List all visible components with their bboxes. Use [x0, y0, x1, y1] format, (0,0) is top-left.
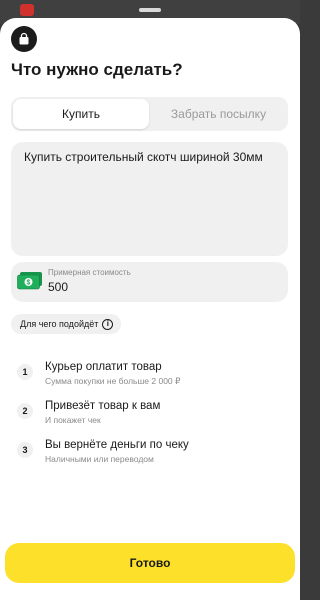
step-number: 2	[17, 403, 33, 419]
step-number: 1	[17, 364, 33, 380]
tab-buy[interactable]: Купить	[13, 99, 149, 129]
step-title: Вы вернёте деньги по чеку	[45, 439, 189, 451]
step-subtitle: Наличными или переводом	[45, 454, 154, 464]
info-icon: i	[102, 318, 114, 330]
price-label: Примерная стоимость	[48, 268, 131, 277]
list-item: 1 Курьер оплатит товар Сумма покупки не …	[17, 361, 287, 391]
page-title: Что нужно сделать?	[11, 60, 183, 79]
step-title: Привезёт товар к вам	[45, 400, 161, 412]
task-description-input[interactable]: Купить строительный скотч шириной 30мм	[11, 142, 288, 256]
task-description-text: Купить строительный скотч шириной 30мм	[24, 150, 263, 164]
done-button[interactable]: Готово	[5, 543, 295, 583]
mode-tabs: Купить Забрать посылку	[11, 97, 288, 131]
price-value: 500	[48, 280, 69, 294]
money-icon: $	[17, 272, 42, 290]
suitable-for-button[interactable]: Для чего подойдёт i	[11, 314, 122, 334]
step-number: 3	[17, 442, 33, 458]
list-item: 2 Привезёт товар к вам И покажет чек	[17, 400, 287, 430]
tab-pickup-parcel[interactable]: Забрать посылку	[151, 99, 286, 129]
step-subtitle: И покажет чек	[45, 415, 101, 425]
shopping-bag-icon	[11, 26, 37, 52]
approximate-price-field[interactable]: $ Примерная стоимость 500	[11, 262, 288, 302]
step-title: Курьер оплатит товар	[45, 361, 162, 373]
bottom-sheet: Что нужно сделать? Купить Забрать посылк…	[0, 18, 300, 600]
background-app-logo	[20, 4, 34, 16]
list-item: 3 Вы вернёте деньги по чеку Наличными ил…	[17, 439, 287, 469]
suitable-for-label: Для чего подойдёт	[20, 319, 99, 329]
svg-text:$: $	[27, 280, 31, 287]
sheet-grabber[interactable]	[139, 8, 161, 12]
step-subtitle: Сумма покупки не больше 2 000 ₽	[45, 376, 181, 386]
